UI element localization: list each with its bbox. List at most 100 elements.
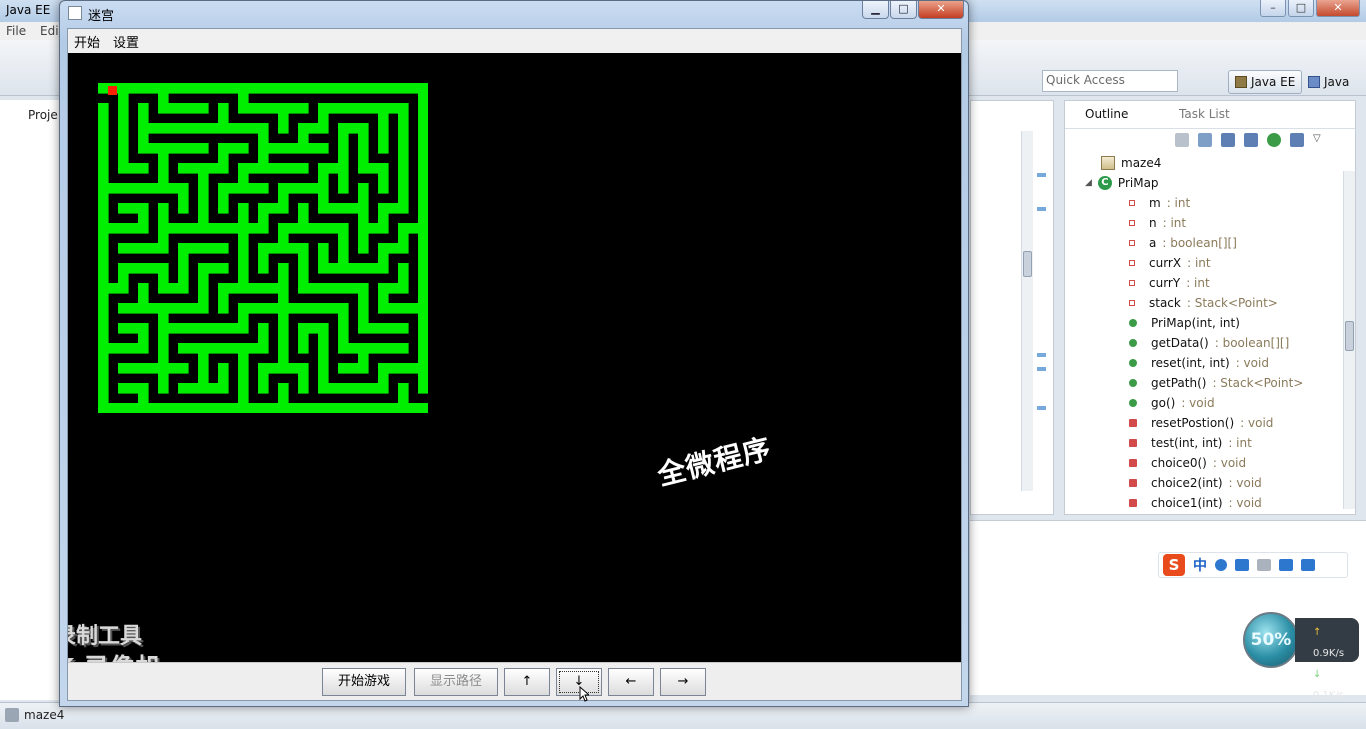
outline-member[interactable]: n : int bbox=[1129, 213, 1186, 233]
move-left-button[interactable]: ← bbox=[608, 668, 654, 696]
ide-menu-edit[interactable]: Edi bbox=[40, 24, 59, 38]
menu-start[interactable]: 开始 bbox=[71, 32, 103, 51]
close-button[interactable]: ✕ bbox=[918, 1, 964, 19]
view-menu-icon[interactable]: ▽ bbox=[1313, 133, 1327, 147]
outline-member[interactable]: getPath() : Stack<Point> bbox=[1129, 373, 1303, 393]
field-icon bbox=[1129, 220, 1135, 226]
outline-member[interactable]: choice0() : void bbox=[1129, 453, 1246, 473]
outline-member[interactable]: go() : void bbox=[1129, 393, 1215, 413]
maze-wall bbox=[208, 263, 219, 274]
maze-wall bbox=[108, 403, 119, 413]
outline-scroll-thumb[interactable] bbox=[1345, 321, 1354, 351]
maximize-button[interactable]: □ bbox=[890, 1, 917, 19]
sogou-icon[interactable]: S bbox=[1163, 554, 1185, 576]
moon-icon[interactable] bbox=[1215, 559, 1227, 571]
move-right-button[interactable]: → bbox=[660, 668, 706, 696]
maze-wall bbox=[118, 403, 129, 413]
network-monitor[interactable]: 50% ↑ 0.9K/s ↓ 0.1K/s bbox=[1243, 612, 1360, 701]
maze-wall bbox=[358, 343, 369, 354]
maze-wall bbox=[418, 143, 428, 154]
outline-member[interactable]: getData() : boolean[][] bbox=[1129, 333, 1289, 353]
maze-wall bbox=[358, 233, 369, 244]
move-up-button[interactable]: ↑ bbox=[504, 668, 550, 696]
tree-row-class[interactable]: ◢ C PriMap bbox=[1085, 173, 1159, 193]
ide-maximize-button[interactable]: □ bbox=[1288, 0, 1314, 17]
quick-access-input[interactable]: Quick Access bbox=[1042, 70, 1178, 92]
maze-wall bbox=[378, 253, 389, 264]
maze-wall bbox=[378, 243, 389, 254]
overview-mark[interactable] bbox=[1037, 367, 1046, 371]
outline-member[interactable]: stack : Stack<Point> bbox=[1129, 293, 1278, 313]
editor-scrollbar[interactable] bbox=[1021, 131, 1033, 491]
maze-wall bbox=[398, 203, 409, 214]
outline-member[interactable]: test(int, int) : int bbox=[1129, 433, 1252, 453]
perspective-java[interactable]: Java bbox=[1302, 70, 1355, 94]
java-icon bbox=[1308, 76, 1320, 88]
hide-nonpublic-icon[interactable] bbox=[1267, 133, 1281, 147]
maze-wall bbox=[348, 103, 359, 114]
outline-member[interactable]: a : boolean[][] bbox=[1129, 233, 1237, 253]
maze-wall bbox=[158, 333, 169, 344]
shirt-icon[interactable] bbox=[1279, 559, 1293, 571]
start-game-button[interactable]: 开始游戏 bbox=[322, 668, 406, 696]
maze-wall bbox=[418, 213, 428, 224]
outline-member[interactable]: currY : int bbox=[1129, 273, 1210, 293]
maze-wall bbox=[418, 113, 428, 124]
ide-minimize-button[interactable]: – bbox=[1260, 0, 1286, 17]
hide-local-types-icon[interactable] bbox=[1290, 133, 1304, 147]
overview-mark[interactable] bbox=[1037, 207, 1046, 211]
keyboard-icon[interactable] bbox=[1235, 559, 1249, 571]
overview-mark[interactable] bbox=[1037, 173, 1046, 177]
outline-member[interactable]: m : int bbox=[1129, 193, 1190, 213]
outline-member[interactable]: choice1(int) : void bbox=[1129, 493, 1262, 513]
sort-icon[interactable] bbox=[1198, 133, 1212, 147]
editor-scroll-thumb[interactable] bbox=[1023, 251, 1032, 277]
maze-wall bbox=[418, 203, 428, 214]
ide-menu-file[interactable]: File bbox=[6, 24, 26, 38]
maze-wall bbox=[138, 123, 149, 134]
maze-wall bbox=[308, 323, 319, 334]
hide-fields-icon[interactable] bbox=[1221, 133, 1235, 147]
perspective-java-ee[interactable]: Java EE bbox=[1228, 70, 1303, 94]
maze-wall bbox=[148, 83, 159, 94]
maze-wall bbox=[208, 123, 219, 134]
outline-member[interactable]: currX : int bbox=[1129, 253, 1211, 273]
show-path-button[interactable]: 显示路径 bbox=[414, 668, 498, 696]
maze-wall bbox=[418, 313, 428, 324]
member-type: : int bbox=[1186, 276, 1210, 290]
ime-chinese-mode[interactable]: 中 bbox=[1193, 555, 1207, 575]
menu-settings[interactable]: 设置 bbox=[110, 32, 142, 51]
maze-wall bbox=[98, 103, 109, 114]
maze-wall bbox=[98, 263, 109, 274]
user-icon[interactable] bbox=[1257, 559, 1271, 571]
maze-wall bbox=[158, 373, 169, 384]
project-explorer-tab[interactable]: Proje bbox=[28, 108, 58, 122]
outline-member[interactable]: reset(int, int) : void bbox=[1129, 353, 1269, 373]
maze-canvas[interactable]: 全微程序 录制工具 KK 录像机 bbox=[68, 53, 961, 662]
overview-mark[interactable] bbox=[1037, 406, 1046, 410]
outline-member[interactable]: choice2(int) : void bbox=[1129, 473, 1262, 493]
outline-scrollbar[interactable] bbox=[1343, 171, 1355, 509]
outline-member[interactable]: resetPostion() : void bbox=[1129, 413, 1273, 433]
maze-wall bbox=[98, 83, 109, 94]
collapse-all-icon[interactable] bbox=[1175, 133, 1189, 147]
maze-wall bbox=[248, 403, 259, 413]
ide-close-button[interactable]: ✕ bbox=[1316, 0, 1360, 17]
tab-task-list[interactable]: Task List bbox=[1179, 107, 1230, 121]
tree-row-package[interactable]: maze4 bbox=[1101, 153, 1161, 173]
expand-arrow-icon[interactable]: ◢ bbox=[1085, 178, 1092, 188]
maze-wall bbox=[368, 263, 379, 274]
maze-wall bbox=[168, 363, 179, 374]
outline-member[interactable]: PriMap(int, int) bbox=[1129, 313, 1246, 333]
minimize-button[interactable]: ▁ bbox=[862, 1, 889, 19]
maze-wall bbox=[368, 403, 379, 413]
hide-static-icon[interactable] bbox=[1244, 133, 1258, 147]
maze-wall bbox=[338, 83, 349, 94]
java-app-icon bbox=[68, 6, 82, 20]
maze-wall bbox=[218, 303, 229, 314]
tab-outline[interactable]: Outline bbox=[1085, 107, 1128, 121]
wrench-icon[interactable] bbox=[1301, 559, 1315, 571]
maze-wall bbox=[238, 323, 249, 334]
overview-mark[interactable] bbox=[1037, 353, 1046, 357]
maze-wall bbox=[278, 333, 289, 344]
